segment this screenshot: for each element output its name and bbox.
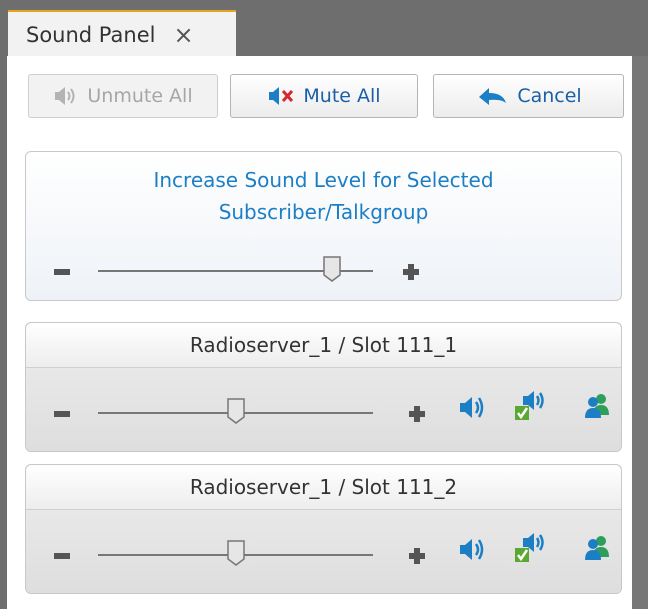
channel-card-1: Radioserver_1 / Slot 111_1 <box>25 322 622 452</box>
speaker-icon[interactable] <box>458 534 488 564</box>
volume-slider-thumb[interactable] <box>323 256 341 282</box>
increase-volume-button[interactable] <box>409 406 425 422</box>
group-icon[interactable] <box>583 535 613 561</box>
channel-name: Radioserver_1 / Slot 111_2 <box>26 465 621 510</box>
mute-all-button[interactable]: Mute All <box>230 74 418 118</box>
increase-volume-button[interactable] <box>403 264 419 280</box>
decrease-volume-button[interactable] <box>54 553 70 559</box>
increase-volume-button[interactable] <box>409 548 425 564</box>
speaker-check-icon[interactable] <box>513 388 547 424</box>
decrease-volume-button[interactable] <box>54 411 70 417</box>
right-edge <box>632 56 648 609</box>
selected-title-line1: Increase Sound Level for Selected <box>153 168 494 192</box>
selected-volume-row <box>26 252 621 292</box>
sound-panel: Unmute All Mute All Cancel Increase Soun… <box>7 56 632 609</box>
selected-title-line2: Subscriber/Talkgroup <box>218 200 429 224</box>
channel-card-2: Radioserver_1 / Slot 111_2 <box>25 464 622 594</box>
cancel-button[interactable]: Cancel <box>433 74 624 118</box>
channel-controls <box>26 510 621 593</box>
selected-volume-card: Increase Sound Level for Selected Subscr… <box>25 151 622 301</box>
mute-icon <box>269 87 294 105</box>
tab-sound-panel[interactable]: Sound Panel × <box>8 10 236 57</box>
tab-title: Sound Panel <box>26 22 156 47</box>
cancel-label: Cancel <box>517 85 582 107</box>
decrease-volume-button[interactable] <box>54 269 70 275</box>
volume-slider-thumb[interactable] <box>226 540 245 566</box>
unmute-all-label: Unmute All <box>87 85 193 107</box>
cancel-arrow-icon <box>479 88 507 105</box>
left-edge <box>0 0 7 609</box>
speaker-icon[interactable] <box>458 392 488 422</box>
volume-slider-thumb[interactable] <box>226 398 245 424</box>
close-icon[interactable]: × <box>173 21 193 49</box>
speaker-check-icon[interactable] <box>513 530 547 566</box>
mute-all-label: Mute All <box>303 85 381 107</box>
unmute-all-button[interactable]: Unmute All <box>28 74 218 118</box>
channel-controls <box>26 368 621 451</box>
group-icon[interactable] <box>583 393 613 419</box>
speaker-icon <box>55 87 75 105</box>
channel-name: Radioserver_1 / Slot 111_1 <box>26 323 621 368</box>
